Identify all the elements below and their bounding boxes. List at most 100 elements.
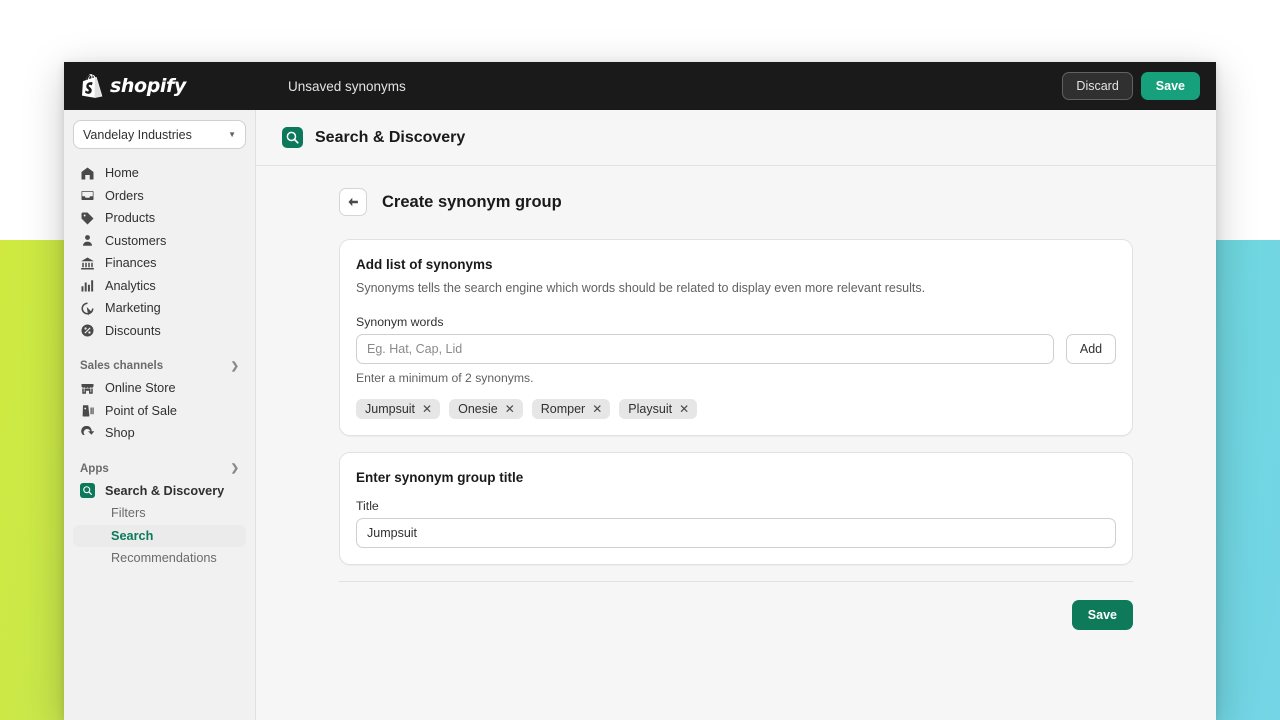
synonym-words-input[interactable] <box>356 333 1054 364</box>
synonym-chip-label: Jumpsuit <box>365 401 416 416</box>
save-button-bottom[interactable]: Save <box>1071 599 1133 630</box>
group-title-card: Enter synonym group title Title <box>339 451 1133 565</box>
synonym-chip[interactable]: Jumpsuit ✕ <box>356 398 441 419</box>
title-field-label: Title <box>356 498 379 513</box>
main-content: Search & Discovery Create synonym group <box>256 110 1216 720</box>
page-header: Create synonym group <box>339 188 1133 216</box>
sidebar: Vandelay Industries ▼ Home Orders Produc… <box>64 110 256 720</box>
shop-icon <box>81 425 95 435</box>
sidebar-item-label: Orders <box>105 188 144 203</box>
synonym-words-label: Synonym words <box>356 314 444 329</box>
search-discovery-icon <box>80 483 95 499</box>
close-icon[interactable]: ✕ <box>422 403 432 415</box>
unsaved-changes-label: Unsaved synonyms <box>288 78 406 94</box>
home-icon <box>81 167 94 180</box>
chevron-right-icon: ❯ <box>230 360 239 372</box>
sidebar-item-shop[interactable]: Shop <box>73 422 246 445</box>
card-description: Synonyms tells the search engine which w… <box>356 281 926 295</box>
add-synonym-button[interactable]: Add <box>1066 333 1116 364</box>
page-title: Create synonym group <box>382 192 562 211</box>
synonym-input-row: Add <box>356 333 1116 364</box>
sidebar-item-filters[interactable]: Filters <box>73 502 246 525</box>
sidebar-item-home[interactable]: Home <box>73 162 246 185</box>
orders-inbox-icon <box>81 191 94 201</box>
sidebar-item-label: Marketing <box>105 301 161 316</box>
sidebar-item-search-and-discovery[interactable]: Search & Discovery <box>73 480 246 503</box>
sidebar-item-discounts[interactable]: Discounts <box>73 320 246 343</box>
sidebar-item-label: Discounts <box>105 323 161 338</box>
close-icon[interactable]: ✕ <box>592 403 602 415</box>
discard-button[interactable]: Discard <box>1062 72 1133 100</box>
synonym-chip-label: Playsuit <box>628 401 673 416</box>
online-store-icon <box>81 383 94 394</box>
footer-actions: Save <box>339 599 1133 630</box>
sidebar-item-finances[interactable]: Finances <box>73 252 246 275</box>
window-body: Vandelay Industries ▼ Home Orders Produc… <box>64 110 1216 720</box>
app-header: Search & Discovery <box>256 110 1216 166</box>
sidebar-item-recommendations[interactable]: Recommendations <box>73 547 246 570</box>
app-header-title: Search & Discovery <box>315 128 466 146</box>
top-bar-actions: Discard Save <box>1062 72 1200 100</box>
add-synonyms-card: Add list of synonyms Synonyms tells the … <box>339 239 1133 436</box>
synonym-chip[interactable]: Playsuit ✕ <box>619 398 698 419</box>
arrow-left-icon <box>348 197 358 207</box>
shopify-logo[interactable]: shopify <box>82 74 282 98</box>
sidebar-item-online-store[interactable]: Online Store <box>73 377 246 400</box>
sidebar-item-analytics[interactable]: Analytics <box>73 275 246 298</box>
sidebar-item-marketing[interactable]: Marketing <box>73 297 246 320</box>
store-name-label: Vandelay Industries <box>83 127 192 142</box>
close-icon[interactable]: ✕ <box>505 403 515 415</box>
synonym-chip-label: Onesie <box>458 401 498 416</box>
card-title: Enter synonym group title <box>356 469 524 485</box>
caret-down-icon: ▼ <box>228 130 236 139</box>
search-discovery-icon <box>282 127 303 148</box>
sidebar-section-apps[interactable]: Apps ❯ <box>73 458 246 480</box>
sidebar-item-label: Customers <box>105 233 167 248</box>
chevron-right-icon: ❯ <box>230 463 239 474</box>
sidebar-item-label: Home <box>105 166 139 181</box>
group-title-input[interactable] <box>356 517 1116 548</box>
sidebar-section-label: Sales channels <box>80 360 164 372</box>
page-content: Create synonym group Add list of synonym… <box>256 166 1216 630</box>
sidebar-item-search[interactable]: Search <box>73 524 246 547</box>
sidebar-section-label: Apps <box>80 462 109 475</box>
finances-bank-icon <box>81 257 94 270</box>
discount-percent-icon <box>81 324 94 337</box>
point-of-sale-icon <box>82 405 94 417</box>
synonym-chip-list: Jumpsuit ✕ Onesie ✕ Romper ✕ Playsuit ✕ <box>356 398 1116 419</box>
sidebar-item-point-of-sale[interactable]: Point of Sale <box>73 400 246 423</box>
store-selector[interactable]: Vandelay Industries ▼ <box>73 120 246 149</box>
sidebar-item-label: Search & Discovery <box>105 483 225 498</box>
footer-divider <box>339 580 1133 582</box>
sidebar-item-products[interactable]: Products <box>73 207 246 230</box>
sidebar-item-label: Finances <box>105 256 157 271</box>
screen: shopify Unsaved synonyms Discard Save Va… <box>0 0 1280 720</box>
sidebar-item-label: Recommendations <box>111 551 217 566</box>
close-icon[interactable]: ✕ <box>679 403 689 415</box>
top-bar: shopify Unsaved synonyms Discard Save <box>64 62 1216 110</box>
sidebar-item-label: Online Store <box>105 381 176 396</box>
analytics-bars-icon <box>81 280 94 292</box>
product-tag-icon <box>81 212 94 225</box>
shopify-bag-icon <box>82 74 103 98</box>
sidebar-section-sales-channels[interactable]: Sales channels ❯ <box>73 355 246 377</box>
save-button-top[interactable]: Save <box>1140 72 1200 100</box>
synonym-help-text: Enter a minimum of 2 synonyms. <box>356 370 534 385</box>
back-button[interactable] <box>339 188 367 216</box>
sidebar-item-label: Products <box>105 211 156 226</box>
sidebar-item-orders[interactable]: Orders <box>73 185 246 208</box>
sidebar-item-label: Filters <box>111 506 146 521</box>
synonym-chip-label: Romper <box>540 401 586 416</box>
sidebar-item-label: Point of Sale <box>105 403 177 418</box>
sidebar-item-customers[interactable]: Customers <box>73 230 246 253</box>
sidebar-item-label: Search <box>111 528 154 543</box>
shopify-wordmark: shopify <box>110 75 186 97</box>
customer-person-icon <box>83 235 92 246</box>
sidebar-item-label: Analytics <box>105 278 156 293</box>
synonym-chip[interactable]: Romper ✕ <box>531 398 611 419</box>
shopify-admin-window: shopify Unsaved synonyms Discard Save Va… <box>64 62 1216 720</box>
card-title: Add list of synonyms <box>356 257 493 272</box>
sidebar-item-label: Shop <box>105 426 135 441</box>
synonym-chip[interactable]: Onesie ✕ <box>449 398 523 419</box>
marketing-megaphone-icon <box>81 302 94 316</box>
